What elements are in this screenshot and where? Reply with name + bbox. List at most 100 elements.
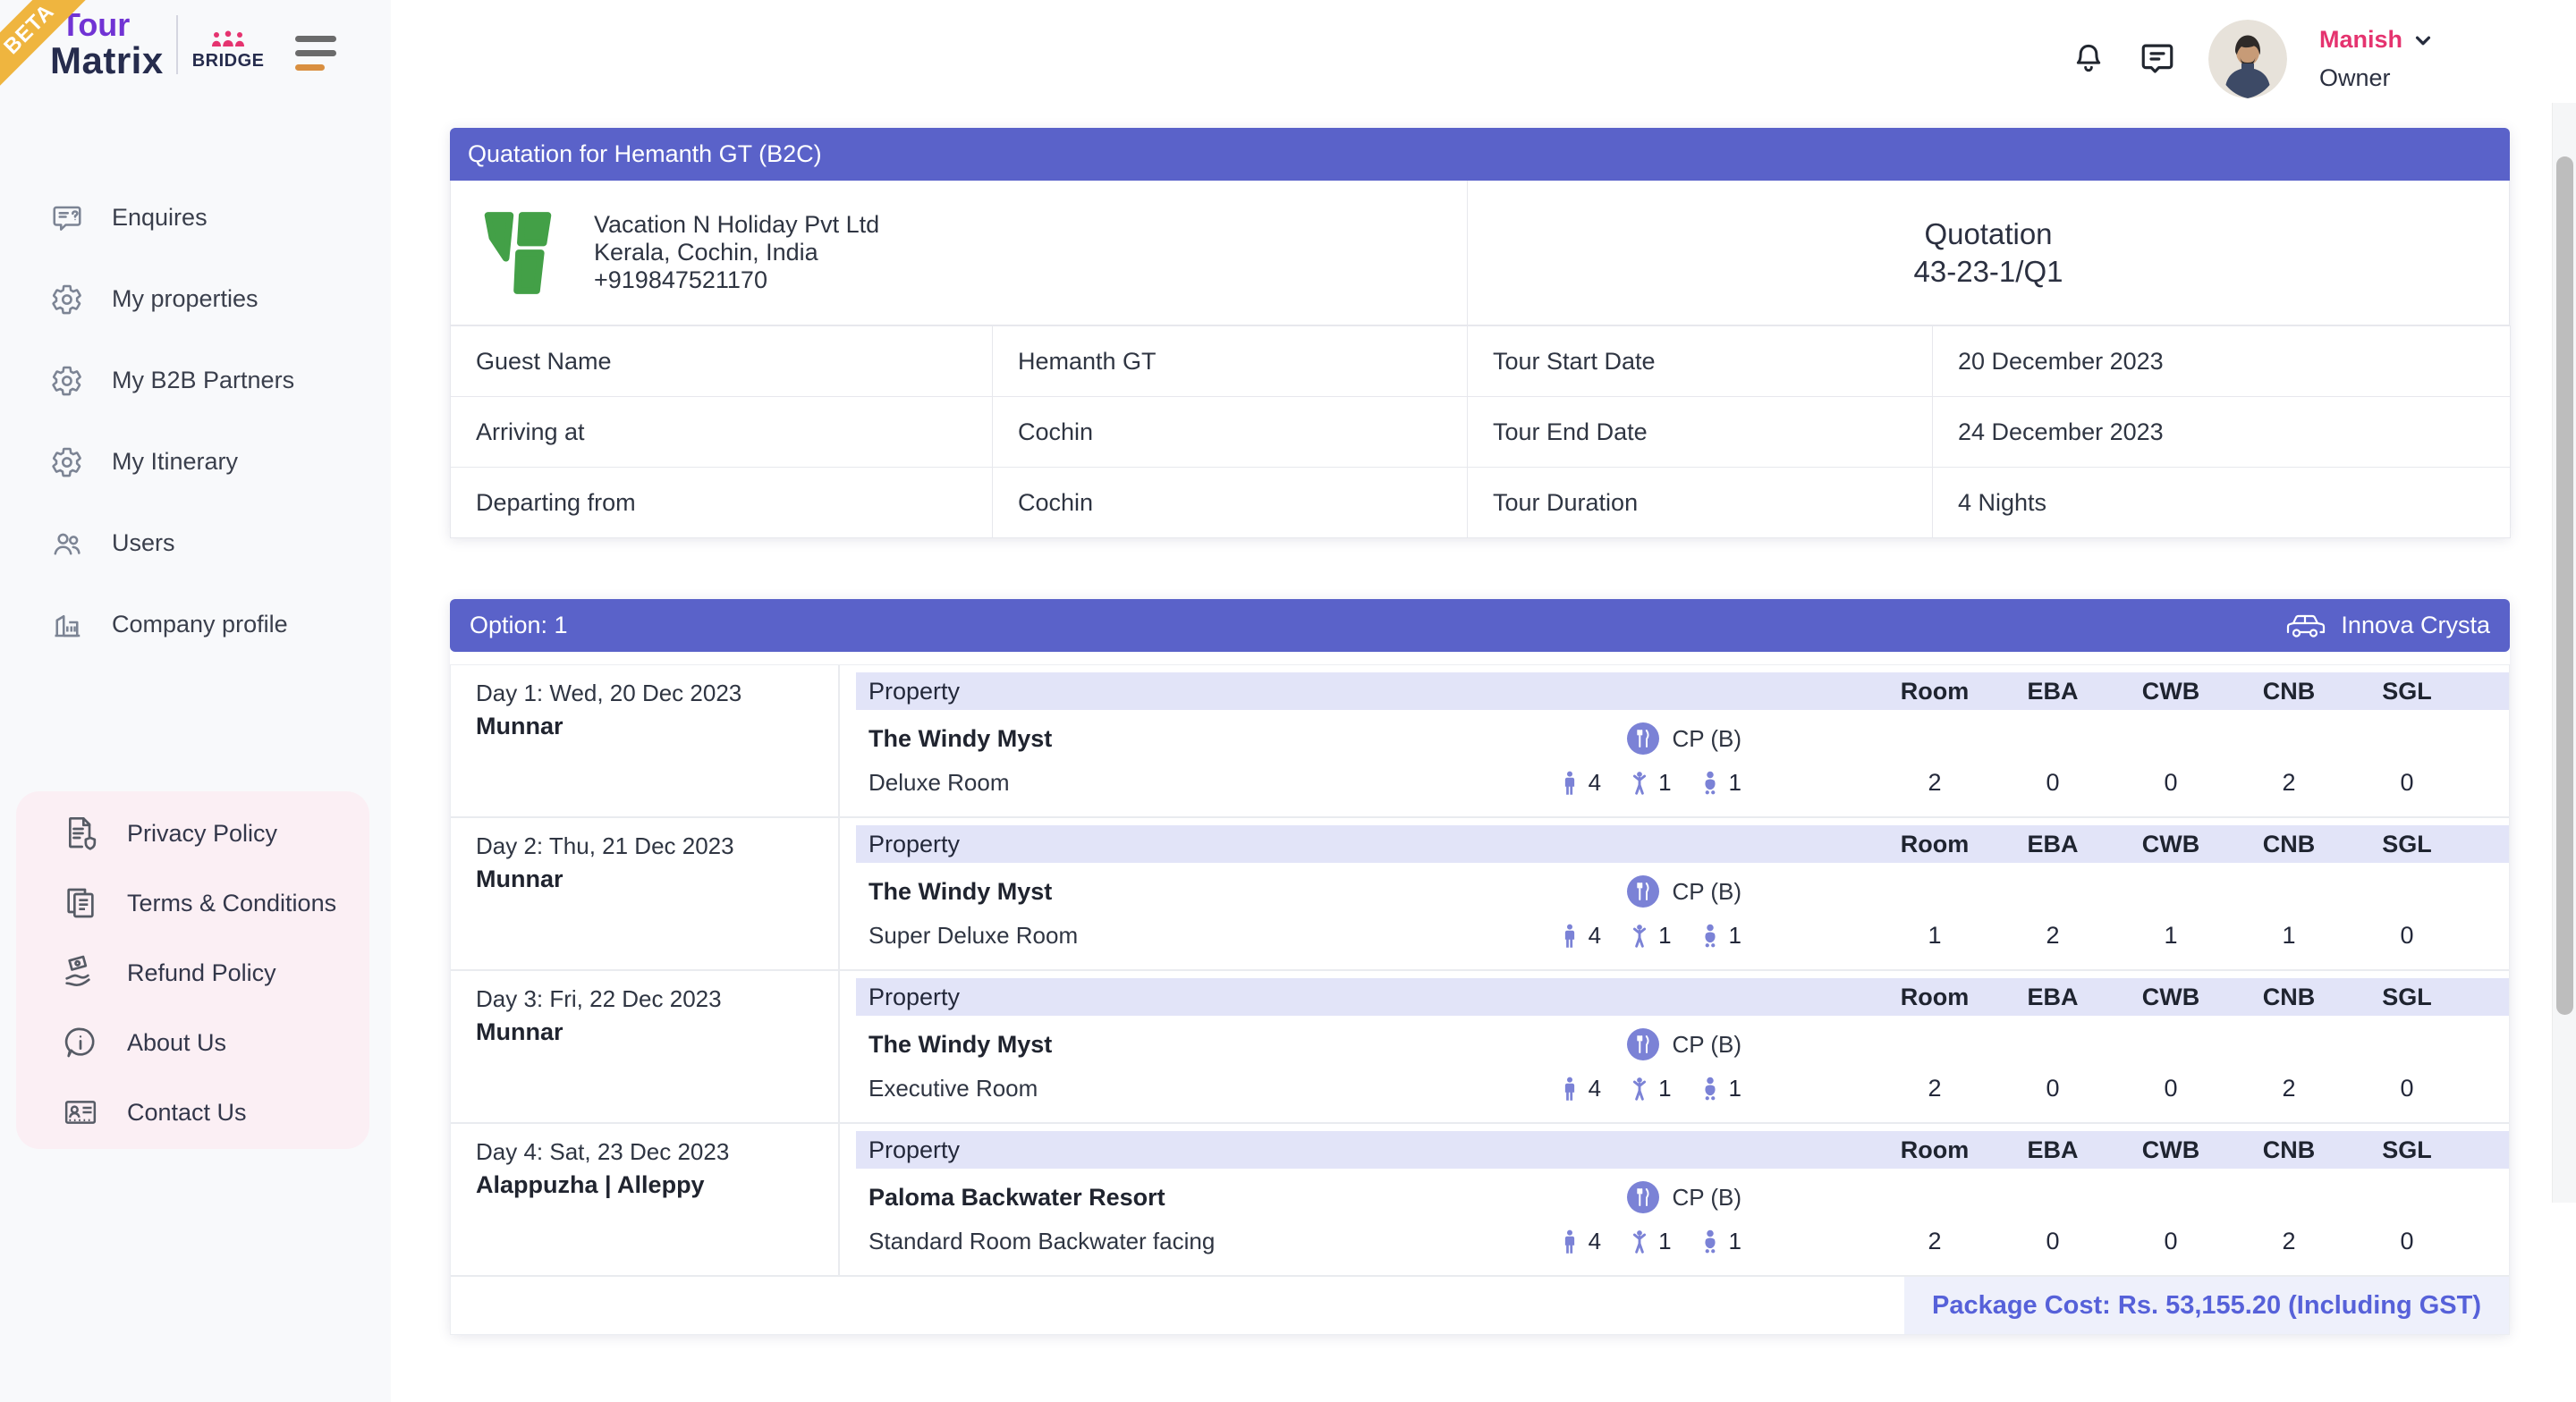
- refund-icon: [63, 955, 98, 991]
- quotation-number: 43-23-1/Q1: [1914, 253, 2063, 291]
- meal-plan-label: CP (B): [1672, 878, 1741, 906]
- column-header: SGL: [2348, 978, 2466, 1016]
- day-date: Day 4: Sat, 23 Dec 2023: [476, 1138, 838, 1166]
- column-header: CNB: [2230, 978, 2348, 1016]
- infant-count: 1: [1729, 769, 1741, 797]
- info-value-cell: 24 December 2023: [1933, 397, 2511, 468]
- fork-knife-icon: [1627, 1028, 1659, 1060]
- sidebar-item-label: Company profile: [112, 611, 288, 638]
- sidebar-item-label: Refund Policy: [127, 959, 276, 987]
- child-count: 1: [1658, 1075, 1671, 1102]
- cwb-count: 1: [2112, 922, 2230, 950]
- property-header-label: Property: [856, 672, 1876, 710]
- sidebar-item-refund-policy[interactable]: Refund Policy: [16, 938, 369, 1008]
- people-icon: [208, 30, 248, 48]
- messages-button[interactable]: [2139, 40, 2176, 78]
- option-card: Option: 1 Innova Crysta Day 1: Wed, 20 D…: [450, 599, 2510, 1335]
- quotation-card: Quatation for Hemanth GT (B2C) Vacation …: [450, 128, 2510, 538]
- sidebar-item-terms-conditions[interactable]: Terms & Conditions: [16, 868, 369, 938]
- notifications-button[interactable]: [2071, 41, 2106, 77]
- itinerary-day-row: Day 2: Thu, 21 Dec 2023 Munnar Property …: [451, 818, 2509, 971]
- occupancy: 4 1 1: [1556, 769, 1741, 797]
- brand-bridge-block: BRIDGE: [192, 18, 265, 72]
- user-name: Manish: [2319, 26, 2402, 54]
- room-type: Executive Room: [869, 1075, 1038, 1102]
- sidebar-item-about-us[interactable]: About Us: [16, 1008, 369, 1077]
- user-menu[interactable]: Manish Owner: [2319, 26, 2433, 92]
- documents-icon: [63, 885, 98, 921]
- hamburger-line-accent: [295, 64, 325, 71]
- info-label-cell: Departing from: [451, 468, 993, 538]
- sidebar-item-my-properties[interactable]: My properties: [0, 258, 391, 340]
- option-header-bar: Option: 1 Innova Crysta: [450, 599, 2510, 652]
- user-role: Owner: [2319, 64, 2433, 92]
- sidebar-item-label: Users: [112, 529, 175, 557]
- main-content: Manish Owner Quatation for Hemanth GT (B…: [391, 0, 2576, 1402]
- sidebar-item-users[interactable]: Users: [0, 503, 391, 584]
- package-cost: Package Cost: Rs. 53,155.20 (Including G…: [1904, 1277, 2509, 1334]
- gear-icon: [51, 446, 83, 478]
- sidebar-item-company-profile[interactable]: Company profile: [0, 584, 391, 665]
- eba-count: 0: [1994, 1228, 2112, 1255]
- avatar-image: [2208, 20, 2287, 98]
- scrollbar-track[interactable]: [2552, 103, 2576, 1203]
- child-icon: [1626, 1076, 1653, 1102]
- users-icon: [51, 528, 83, 560]
- info-label-cell: Tour Duration: [1468, 468, 1933, 538]
- chat-icon: [2139, 40, 2176, 78]
- eba-count: 0: [1994, 1075, 2112, 1102]
- eba-count: 2: [1994, 922, 2112, 950]
- column-header: SGL: [2348, 1131, 2466, 1169]
- occupancy: 4 1 1: [1556, 1075, 1741, 1102]
- infant-count: 1: [1729, 922, 1741, 950]
- meal-plan-label: CP (B): [1672, 1031, 1741, 1059]
- brand-divider: [176, 15, 178, 74]
- room-count: 2: [1876, 1228, 1994, 1255]
- column-header: EBA: [1994, 672, 2112, 710]
- company-phone: +919847521170: [594, 266, 879, 294]
- property-header-strip: Property Room EBA CWB CNB SGL: [856, 825, 2509, 863]
- room-type: Deluxe Room: [869, 769, 1010, 797]
- sidebar-item-label: My properties: [112, 285, 258, 313]
- company-location: Kerala, Cochin, India: [594, 239, 879, 266]
- infant-icon: [1697, 1076, 1724, 1102]
- property-header-label: Property: [856, 978, 1876, 1016]
- scrollbar-thumb[interactable]: [2556, 156, 2573, 1015]
- quotation-number-cell: Quotation 43-23-1/Q1: [1468, 181, 2509, 325]
- column-header: CWB: [2112, 1131, 2230, 1169]
- brand-logo[interactable]: Tour Matrix BRIDGE: [50, 9, 265, 80]
- brand-wordmark: Tour Matrix: [50, 9, 164, 80]
- hamburger-line: [295, 36, 336, 42]
- child-count: 1: [1658, 1228, 1671, 1255]
- info-value-cell: 20 December 2023: [1933, 326, 2511, 397]
- fork-knife-icon: [1627, 875, 1659, 908]
- sidebar-item-enquires[interactable]: Enquires: [0, 177, 391, 258]
- adult-count: 4: [1589, 1228, 1601, 1255]
- infant-icon: [1697, 1229, 1724, 1255]
- property-name: Paloma Backwater Resort: [869, 1184, 1165, 1212]
- sidebar-item-my-b2b-partners[interactable]: My B2B Partners: [0, 340, 391, 421]
- column-header: CWB: [2112, 825, 2230, 863]
- company-icon: [51, 609, 83, 641]
- table-row: Arriving at Cochin Tour End Date 24 Dece…: [451, 397, 2511, 468]
- sidebar-item-my-itinerary[interactable]: My Itinerary: [0, 421, 391, 503]
- day-city: Munnar: [476, 866, 838, 893]
- property-header-strip: Property Room EBA CWB CNB SGL: [856, 1131, 2509, 1169]
- sidebar-item-contact-us[interactable]: Contact Us: [16, 1077, 369, 1147]
- vehicle-name: Innova Crysta: [2341, 612, 2490, 639]
- property-name: The Windy Myst: [869, 1031, 1052, 1059]
- cnb-count: 1: [2230, 922, 2348, 950]
- adult-icon: [1556, 770, 1583, 797]
- meal-plan: CP (B): [1627, 875, 1741, 908]
- occupancy: 4 1 1: [1556, 922, 1741, 950]
- child-count: 1: [1658, 922, 1671, 950]
- adult-icon: [1556, 1229, 1583, 1255]
- column-header: Room: [1876, 1131, 1994, 1169]
- occupancy: 4 1 1: [1556, 1228, 1741, 1255]
- chevron-down-icon: [2413, 30, 2433, 50]
- avatar[interactable]: [2208, 20, 2287, 98]
- sidebar-item-privacy-policy[interactable]: Privacy Policy: [16, 798, 369, 868]
- quotation-label: Quotation: [1924, 215, 2052, 253]
- room-type: Standard Room Backwater facing: [869, 1228, 1215, 1255]
- hamburger-menu-button[interactable]: [295, 36, 336, 71]
